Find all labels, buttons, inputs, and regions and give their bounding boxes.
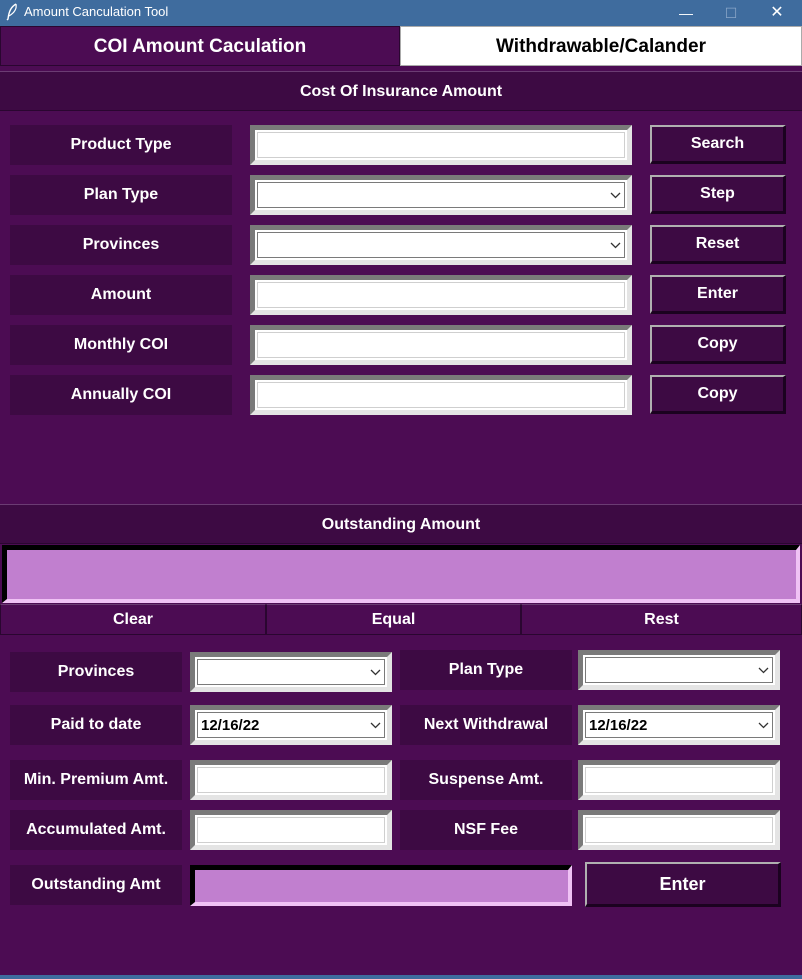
paid-to-date-label: Paid to date xyxy=(10,705,182,745)
provinces-label-2: Provinces xyxy=(10,652,182,692)
suspense-amt-input[interactable] xyxy=(578,760,780,800)
chevron-down-icon[interactable] xyxy=(758,667,769,674)
copy-monthly-button[interactable]: Copy xyxy=(650,325,786,364)
minimize-icon[interactable]: — xyxy=(663,0,709,26)
search-button[interactable]: Search xyxy=(650,125,786,164)
paid-to-date-picker[interactable]: 12/16/22 xyxy=(190,705,392,745)
provinces-label: Provinces xyxy=(10,225,232,265)
monthly-coi-label: Monthly COI xyxy=(10,325,232,365)
accumulated-amt-input[interactable] xyxy=(190,810,392,850)
next-withdrawal-label: Next Withdrawal xyxy=(400,705,572,745)
monthly-coi-input[interactable] xyxy=(250,325,632,365)
plan-type-combobox[interactable] xyxy=(250,175,632,215)
annually-coi-input[interactable] xyxy=(250,375,632,415)
outstanding-display-field[interactable] xyxy=(2,545,800,603)
coi-section-header: Cost Of Insurance Amount xyxy=(0,71,802,111)
chevron-down-icon[interactable] xyxy=(610,242,621,249)
equal-button[interactable]: Equal xyxy=(266,604,521,635)
chevron-down-icon[interactable] xyxy=(610,192,621,199)
product-type-label: Product Type xyxy=(10,125,232,165)
provinces-combobox[interactable] xyxy=(250,225,632,265)
accumulated-amt-label: Accumulated Amt. xyxy=(10,810,182,850)
outstanding-enter-button[interactable]: Enter xyxy=(585,862,781,907)
annually-coi-label: Annually COI xyxy=(10,375,232,415)
outstanding-amt-label: Outstanding Amt xyxy=(10,865,182,905)
window-title-bar: Amount Canculation Tool — ☐ ✕ xyxy=(0,0,802,26)
clear-button[interactable]: Clear xyxy=(0,604,266,635)
rest-button[interactable]: Rest xyxy=(521,604,802,635)
chevron-down-icon[interactable] xyxy=(758,722,769,729)
reset-button[interactable]: Reset xyxy=(650,225,786,264)
chevron-down-icon[interactable] xyxy=(370,722,381,729)
next-withdrawal-picker[interactable]: 12/16/22 xyxy=(578,705,780,745)
product-type-input[interactable] xyxy=(250,125,632,165)
feather-icon xyxy=(6,3,17,21)
tab-withdrawable-calendar[interactable]: Withdrawable/Calander xyxy=(400,26,802,66)
outstanding-section-header: Outstanding Amount xyxy=(0,504,802,544)
nsf-fee-input[interactable] xyxy=(578,810,780,850)
tab-coi-amount-calculation[interactable]: COI Amount Caculation xyxy=(0,26,400,66)
plan-type-label-2: Plan Type xyxy=(400,650,572,690)
provinces-combobox-2[interactable] xyxy=(190,652,392,692)
window-title: Amount Canculation Tool xyxy=(24,4,169,19)
amount-input[interactable] xyxy=(250,275,632,315)
suspense-amt-label: Suspense Amt. xyxy=(400,760,572,800)
close-icon[interactable]: ✕ xyxy=(754,0,800,26)
window-bottom-edge xyxy=(0,975,802,979)
min-premium-amt-label: Min. Premium Amt. xyxy=(10,760,182,800)
min-premium-amt-input[interactable] xyxy=(190,760,392,800)
enter-button[interactable]: Enter xyxy=(650,275,786,314)
amount-label: Amount xyxy=(10,275,232,315)
outstanding-amt-field[interactable] xyxy=(190,865,572,906)
plan-type-label: Plan Type xyxy=(10,175,232,215)
chevron-down-icon[interactable] xyxy=(370,669,381,676)
plan-type-combobox-2[interactable] xyxy=(578,650,780,690)
step-button[interactable]: Step xyxy=(650,175,786,214)
nsf-fee-label: NSF Fee xyxy=(400,810,572,850)
maximize-icon[interactable]: ☐ xyxy=(708,0,754,26)
copy-annually-button[interactable]: Copy xyxy=(650,375,786,414)
